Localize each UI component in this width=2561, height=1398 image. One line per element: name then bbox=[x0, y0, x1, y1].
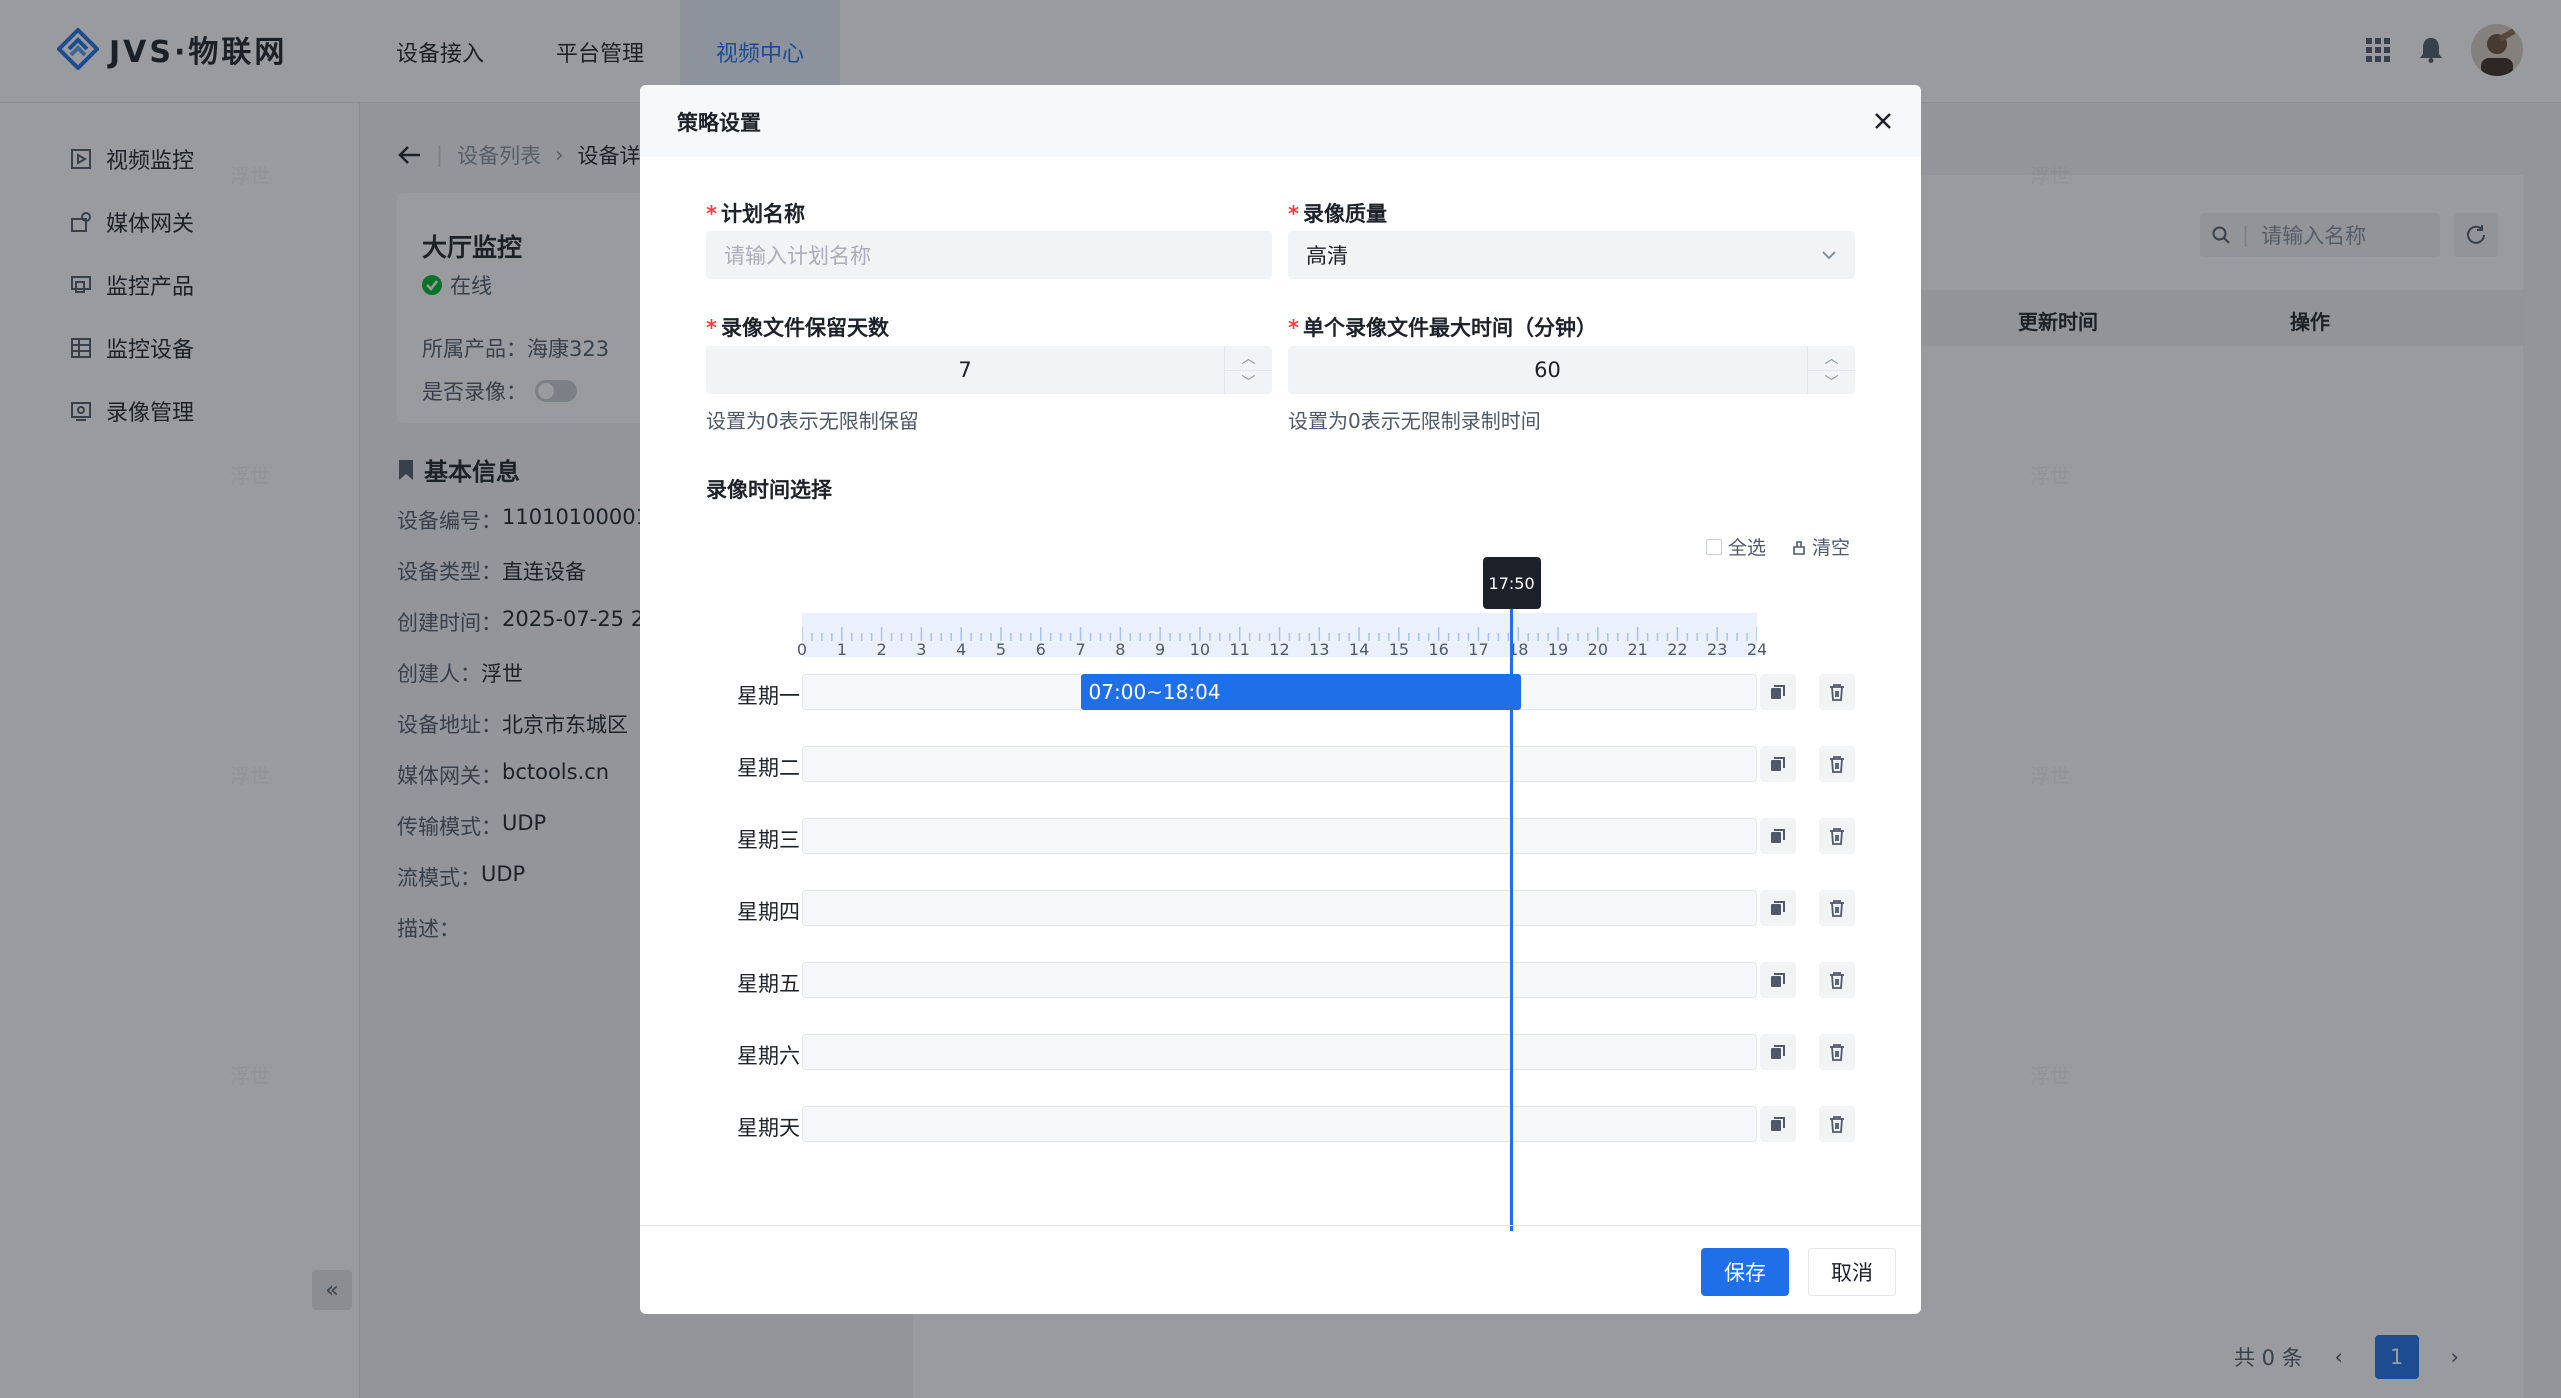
hour-tick-label: 13 bbox=[1309, 640, 1330, 659]
modal-footer: 保存 取消 bbox=[640, 1225, 1921, 1314]
hour-tick-label: 12 bbox=[1269, 640, 1290, 659]
max-minutes-label: * 单个录像文件最大时间（分钟） bbox=[1288, 316, 1597, 340]
strategy-modal: 策略设置 * 计划名称 请输入计划名称 * 录像质量 高清 * 录像文件保留天数 7 … bbox=[640, 85, 1921, 1314]
day-time-track[interactable] bbox=[802, 818, 1757, 854]
hour-tick-label: 7 bbox=[1075, 640, 1086, 659]
delete-day-button[interactable] bbox=[1819, 890, 1855, 926]
increment-button[interactable]: ︿ bbox=[1808, 346, 1855, 371]
max-minutes-stepper: ︿ ﹀ bbox=[1807, 346, 1855, 394]
keep-days-hint: 设置为0表示无限制保留 bbox=[706, 409, 919, 433]
trash-icon bbox=[1830, 756, 1844, 773]
hour-tick-label: 4 bbox=[956, 640, 967, 659]
chevron-down-icon bbox=[1822, 251, 1836, 260]
copy-icon bbox=[1771, 973, 1785, 987]
copy-icon bbox=[1771, 1117, 1785, 1131]
hour-tick-label: 22 bbox=[1667, 640, 1688, 659]
decrement-button[interactable]: ﹀ bbox=[1225, 371, 1272, 395]
increment-button[interactable]: ︿ bbox=[1225, 346, 1272, 371]
decrement-button[interactable]: ﹀ bbox=[1808, 371, 1855, 395]
max-minutes-input[interactable]: 60 ︿ ﹀ bbox=[1288, 346, 1855, 394]
modal-header: 策略设置 bbox=[640, 85, 1921, 157]
time-cursor-tooltip: 17:50 bbox=[1482, 557, 1541, 609]
clear-icon bbox=[1793, 540, 1805, 555]
trash-icon bbox=[1830, 972, 1844, 989]
clear-button[interactable]: 清空 bbox=[1792, 533, 1850, 560]
day-time-track[interactable] bbox=[802, 962, 1757, 998]
day-label: 星期一 bbox=[737, 684, 800, 708]
day-label: 星期三 bbox=[737, 828, 800, 852]
delete-day-button[interactable] bbox=[1819, 962, 1855, 998]
day-label: 星期五 bbox=[737, 972, 800, 996]
delete-day-button[interactable] bbox=[1819, 1106, 1855, 1142]
copy-day-button[interactable] bbox=[1760, 890, 1796, 926]
hour-tick-label: 21 bbox=[1627, 640, 1648, 659]
quality-select[interactable]: 高清 bbox=[1288, 231, 1855, 279]
hour-tick-label: 3 bbox=[916, 640, 927, 659]
trash-icon bbox=[1830, 1116, 1844, 1133]
select-all-checkbox[interactable]: 全选 bbox=[1706, 533, 1766, 560]
keep-days-input[interactable]: 7 ︿ ﹀ bbox=[706, 346, 1272, 394]
hour-tick-label: 16 bbox=[1428, 640, 1449, 659]
checkbox-box bbox=[1706, 538, 1722, 555]
hour-tick-label: 15 bbox=[1388, 640, 1410, 659]
day-time-track[interactable] bbox=[802, 746, 1757, 782]
schedule-label: 录像时间选择 bbox=[706, 478, 832, 502]
cancel-button[interactable]: 取消 bbox=[1808, 1248, 1896, 1296]
hour-tick-label: 10 bbox=[1189, 640, 1211, 659]
hour-tick-label: 19 bbox=[1547, 640, 1569, 659]
copy-icon bbox=[1771, 757, 1785, 771]
hour-tick-label: 6 bbox=[1035, 640, 1046, 659]
hour-tick-label: 17 bbox=[1468, 640, 1489, 659]
trash-icon bbox=[1830, 900, 1844, 917]
modal-title: 策略设置 bbox=[677, 111, 761, 135]
copy-day-button[interactable] bbox=[1760, 1106, 1796, 1142]
time-cursor-line bbox=[1510, 609, 1514, 1231]
day-time-track[interactable] bbox=[802, 1034, 1757, 1070]
trash-icon bbox=[1830, 684, 1844, 701]
delete-day-button[interactable] bbox=[1819, 674, 1855, 710]
ruler-ticks bbox=[802, 627, 1757, 641]
copy-day-button[interactable] bbox=[1760, 674, 1796, 710]
hour-tick-label: 5 bbox=[995, 640, 1007, 659]
day-time-track[interactable] bbox=[802, 1106, 1757, 1142]
save-button[interactable]: 保存 bbox=[1701, 1248, 1789, 1296]
copy-icon bbox=[1771, 1045, 1785, 1059]
hour-tick-label: 0 bbox=[796, 640, 808, 659]
hour-tick-label: 20 bbox=[1587, 640, 1609, 659]
hour-tick-label: 23 bbox=[1707, 640, 1728, 659]
quality-label: * 录像质量 bbox=[1288, 202, 1387, 226]
time-range-segment[interactable]: 07:00~18:04 bbox=[1080, 674, 1521, 710]
copy-day-button[interactable] bbox=[1760, 962, 1796, 998]
hour-tick-label: 24 bbox=[1746, 640, 1768, 659]
trash-icon bbox=[1830, 828, 1844, 845]
hour-tick-label: 1 bbox=[836, 640, 847, 659]
copy-icon bbox=[1771, 901, 1785, 915]
day-label: 星期二 bbox=[737, 756, 800, 780]
copy-icon bbox=[1771, 685, 1785, 699]
keep-days-label: * 录像文件保留天数 bbox=[706, 316, 889, 340]
plan-name-label: * 计划名称 bbox=[706, 202, 805, 226]
hour-tick-label: 11 bbox=[1229, 640, 1250, 659]
day-label: 星期四 bbox=[737, 900, 800, 924]
delete-day-button[interactable] bbox=[1819, 746, 1855, 782]
day-label: 星期天 bbox=[737, 1116, 800, 1140]
max-minutes-hint: 设置为0表示无限制录制时间 bbox=[1288, 409, 1541, 433]
close-icon[interactable] bbox=[1869, 107, 1897, 135]
delete-day-button[interactable] bbox=[1819, 818, 1855, 854]
copy-day-button[interactable] bbox=[1760, 818, 1796, 854]
day-label: 星期六 bbox=[737, 1044, 800, 1068]
keep-days-stepper: ︿ ﹀ bbox=[1224, 346, 1272, 394]
copy-day-button[interactable] bbox=[1760, 1034, 1796, 1070]
delete-day-button[interactable] bbox=[1819, 1034, 1855, 1070]
copy-day-button[interactable] bbox=[1760, 746, 1796, 782]
hour-tick-label: 2 bbox=[876, 640, 887, 659]
day-time-track[interactable] bbox=[802, 890, 1757, 926]
hour-tick-label: 9 bbox=[1155, 640, 1166, 659]
hour-tick-label: 8 bbox=[1115, 640, 1126, 659]
plan-name-input[interactable]: 请输入计划名称 bbox=[706, 231, 1272, 279]
copy-icon bbox=[1771, 829, 1785, 843]
trash-icon bbox=[1830, 1044, 1844, 1061]
hour-tick-label: 14 bbox=[1348, 640, 1370, 659]
